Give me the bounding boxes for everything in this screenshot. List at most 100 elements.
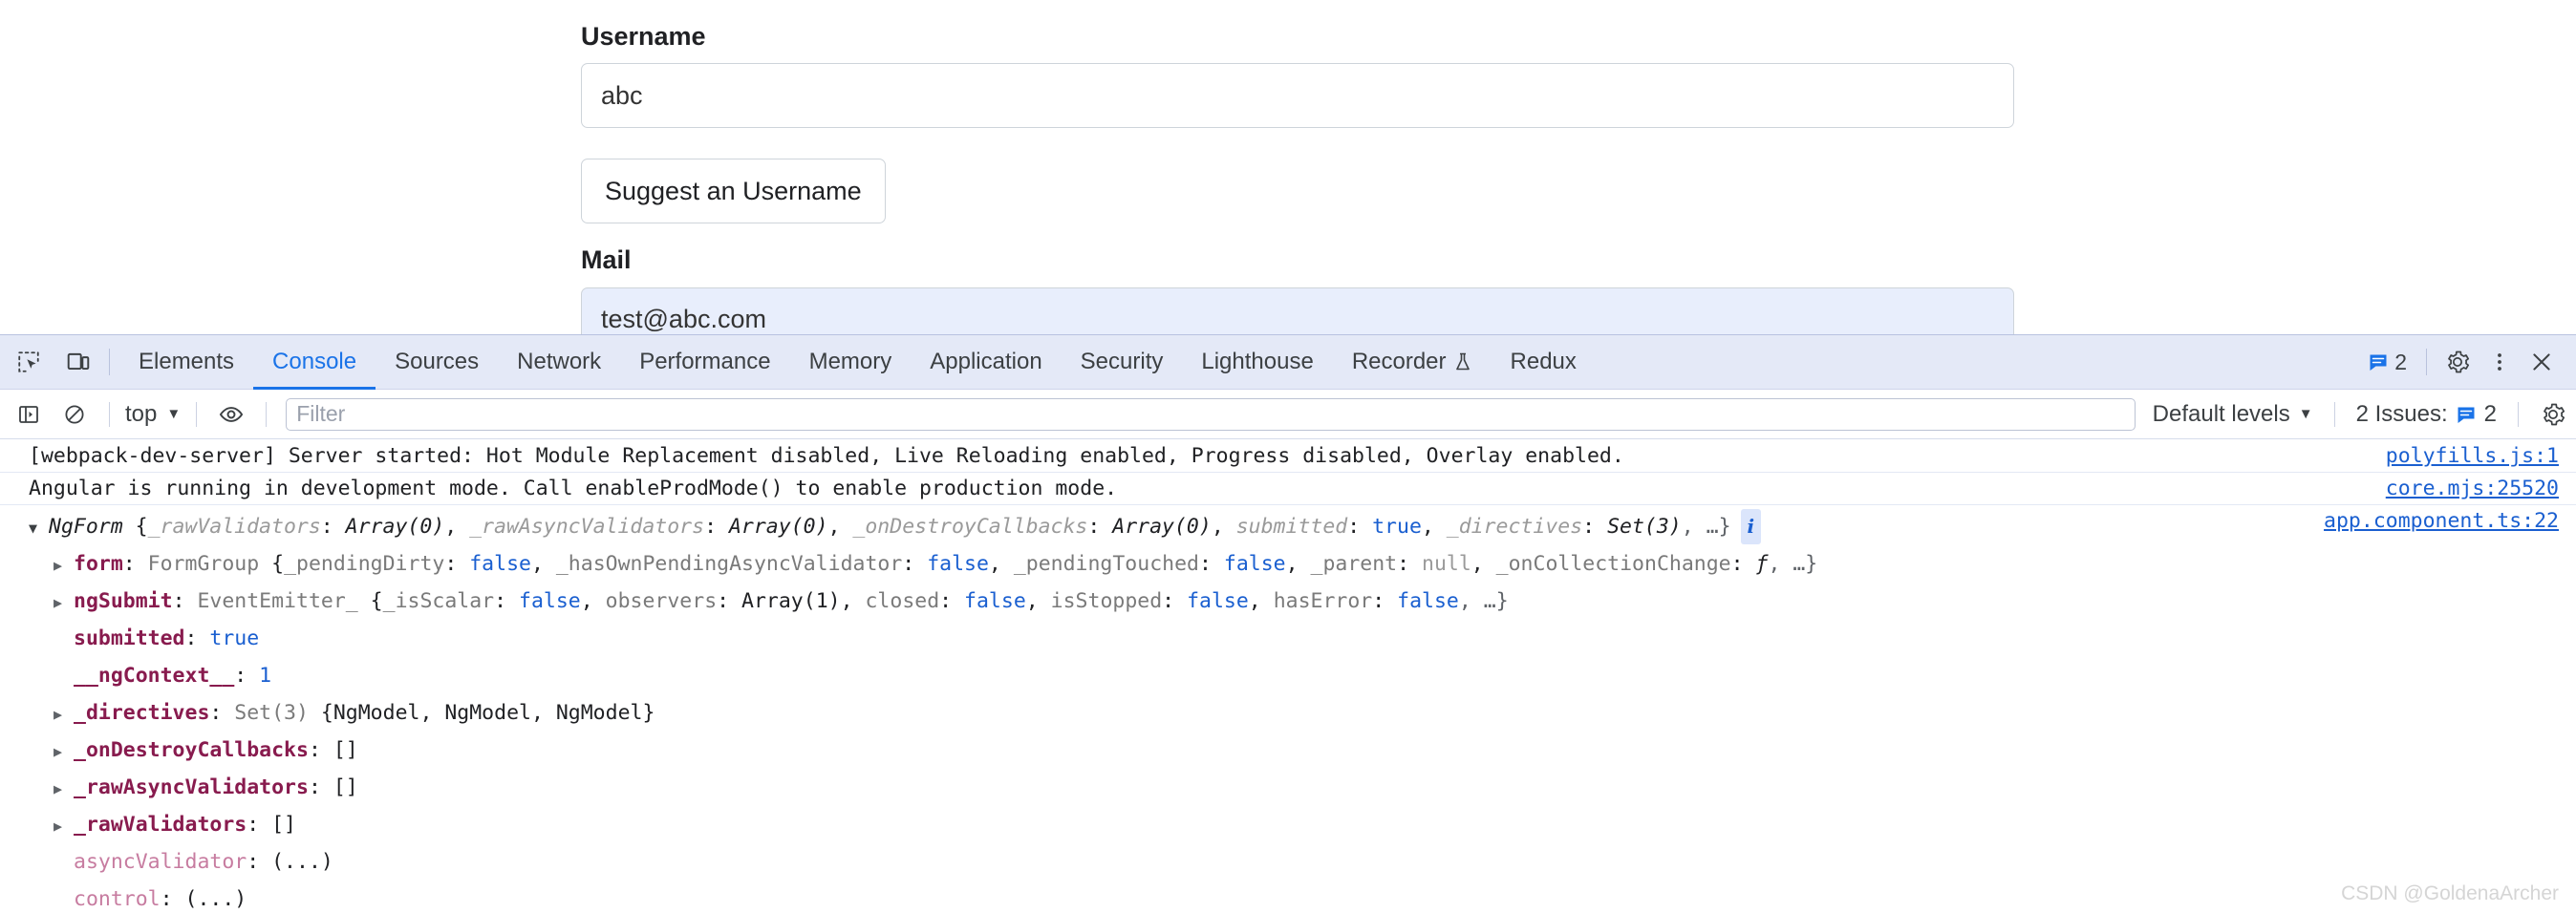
console-settings-gear-icon[interactable]: [2534, 395, 2572, 434]
chevron-down-icon: ▼: [166, 406, 182, 422]
property-key: asyncValidator: [74, 850, 247, 874]
tab-performance[interactable]: Performance: [620, 335, 789, 390]
more-options-icon[interactable]: [2479, 341, 2521, 383]
expand-arrow[interactable]: ▶: [54, 585, 69, 621]
property-key: ngSubmit: [74, 589, 173, 613]
preview-value: ƒ: [1755, 552, 1769, 576]
ngform-property-rows: ▶ form: FormGroup {_pendingDirty: false, …: [29, 546, 2576, 913]
tab-security[interactable]: Security: [1062, 335, 1183, 390]
toolbar-divider: [2426, 349, 2427, 375]
tab-redux[interactable]: Redux: [1492, 335, 1596, 390]
property-class: FormGroup: [147, 552, 260, 576]
object-property-row[interactable]: ▶asyncValidator: (...): [29, 844, 2576, 881]
object-property-row[interactable]: ▶ _rawValidators: []: [29, 807, 2576, 844]
inspect-element-icon[interactable]: [8, 341, 50, 383]
preview-value: false: [927, 552, 989, 576]
tab-console[interactable]: Console: [253, 335, 376, 390]
object-property-row[interactable]: ▶control: (...): [29, 881, 2576, 913]
mail-input[interactable]: [581, 287, 2014, 334]
console-message[interactable]: [webpack-dev-server] Server started: Hot…: [0, 440, 2576, 473]
preview-value: false: [964, 589, 1026, 613]
object-property-row[interactable]: ▶ _onDestroyCallbacks: []: [29, 733, 2576, 770]
flask-icon: [1453, 351, 1472, 372]
preview-value: Set(3): [1607, 515, 1682, 539]
preview-key: _rawValidators: [147, 515, 321, 539]
filterbar-divider: [2333, 401, 2335, 427]
preview-key: _rawAsyncValidators: [469, 515, 705, 539]
tab-sources[interactable]: Sources: [376, 335, 498, 390]
expand-arrow[interactable]: ▶: [54, 548, 69, 584]
property-value: true: [209, 626, 260, 650]
ngform-header-row[interactable]: ▼ NgForm {_rawValidators: Array(0), _rawA…: [29, 509, 2576, 546]
suggest-username-button[interactable]: Suggest an Username: [581, 159, 886, 224]
object-property-row[interactable]: ▶__ngContext__: 1: [29, 658, 2576, 695]
tab-network[interactable]: Network: [498, 335, 620, 390]
log-levels-dropdown[interactable]: Default levels ▼: [2143, 401, 2323, 428]
preview-value: Array(1): [741, 589, 841, 613]
expand-arrow[interactable]: ▶: [54, 734, 69, 770]
message-icon: [2456, 404, 2477, 425]
preview-key: submitted: [1235, 515, 1348, 539]
property-key: __ngContext__: [74, 664, 235, 688]
tab-application[interactable]: Application: [911, 335, 1061, 390]
console-object-message[interactable]: ▼ NgForm {_rawValidators: Array(0), _rawA…: [0, 505, 2576, 913]
tab-elements[interactable]: Elements: [119, 335, 253, 390]
filterbar-divider: [266, 401, 268, 427]
tab-memory[interactable]: Memory: [790, 335, 912, 390]
tab-recorder[interactable]: Recorder: [1333, 335, 1492, 390]
tab-label: Memory: [808, 349, 892, 374]
device-toolbar-icon[interactable]: [57, 341, 99, 383]
object-property-row[interactable]: ▶ form: FormGroup {_pendingDirty: false, …: [29, 546, 2576, 584]
console-object-source-link[interactable]: app.component.ts:22: [2324, 509, 2559, 533]
tab-label: Security: [1080, 349, 1164, 374]
clear-console-icon[interactable]: [55, 395, 94, 434]
console-message[interactable]: Angular is running in development mode. …: [0, 473, 2576, 505]
tab-label: Elements: [139, 349, 235, 374]
expand-arrow[interactable]: ▶: [54, 772, 69, 807]
property-value: []: [271, 813, 296, 837]
object-class-name: NgForm: [49, 515, 123, 539]
property-value: {NgModel, NgModel, NgModel}: [320, 701, 655, 725]
expand-arrow[interactable]: ▶: [54, 697, 69, 733]
log-levels-label: Default levels: [2152, 400, 2290, 427]
console-message-source-link[interactable]: polyfills.js:1: [2386, 444, 2559, 468]
preview-key: _directives: [1446, 515, 1583, 539]
preview-key: hasError: [1273, 589, 1373, 613]
watermark: CSDN @GoldenaArcher: [2341, 882, 2559, 904]
property-key: _rawValidators: [74, 813, 247, 837]
filterbar-divider: [196, 401, 198, 427]
preview-key: isStopped: [1050, 589, 1163, 613]
issues-counter[interactable]: 2 Issues: 2: [2347, 401, 2506, 428]
console-message-list[interactable]: [webpack-dev-server] Server started: Hot…: [0, 440, 2576, 913]
expand-arrow[interactable]: ▶: [54, 809, 69, 844]
console-filter-input[interactable]: [286, 397, 2136, 431]
username-input[interactable]: [581, 63, 2014, 129]
issues-badge[interactable]: 2: [2358, 350, 2416, 375]
preview-key: closed: [865, 589, 940, 613]
close-icon[interactable]: [2521, 341, 2563, 383]
console-sidebar-icon[interactable]: [10, 395, 48, 434]
console-message-text: [webpack-dev-server] Server started: Hot…: [29, 444, 1624, 468]
object-property-row[interactable]: ▶ _rawAsyncValidators: []: [29, 770, 2576, 807]
tab-label: Recorder: [1351, 349, 1447, 374]
tab-label: Network: [517, 349, 602, 374]
preview-value: false: [469, 552, 531, 576]
tab-label: Performance: [639, 349, 771, 374]
tab-lighthouse[interactable]: Lighthouse: [1182, 335, 1332, 390]
execution-context-selector[interactable]: top ▼: [121, 401, 184, 428]
console-message-source-link[interactable]: core.mjs:25520: [2386, 477, 2559, 500]
object-property-row[interactable]: ▶ ngSubmit: EventEmitter_ {_isScalar: fal…: [29, 584, 2576, 621]
tab-label: Redux: [1510, 349, 1577, 374]
preview-key: _pendingTouched: [1013, 552, 1199, 576]
gear-icon[interactable]: [2436, 341, 2479, 383]
console-message-text: Angular is running in development mode. …: [29, 477, 1118, 500]
property-value: (...): [184, 887, 247, 911]
tab-label: Application: [930, 349, 1042, 374]
expand-arrow[interactable]: ▼: [29, 511, 44, 546]
live-expression-eye-icon[interactable]: [212, 395, 250, 434]
info-icon[interactable]: i: [1740, 509, 1762, 544]
object-property-row[interactable]: ▶ _directives: Set(3) {NgModel, NgModel, …: [29, 695, 2576, 733]
preview-key: _parent: [1310, 552, 1398, 576]
devtools-tabbar-actions: 2: [2358, 341, 2576, 383]
object-property-row[interactable]: ▶submitted: true: [29, 621, 2576, 658]
